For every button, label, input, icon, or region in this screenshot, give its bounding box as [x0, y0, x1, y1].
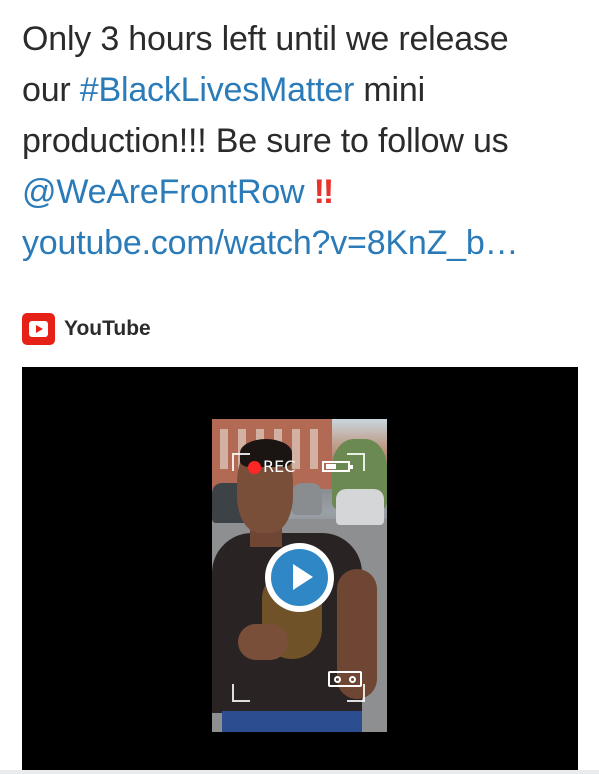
tweet-line-1: Only 3 hours left until we release — [22, 20, 509, 58]
tweet-line-4: @WeAreFrontRow ‼ — [22, 167, 590, 218]
record-dot-icon — [248, 461, 261, 474]
double-exclamation-emoji: ‼ — [313, 173, 336, 211]
tweet-line-2-prefix: our — [22, 71, 80, 109]
tweet-line-3: production!!! Be sure to follow us — [22, 122, 509, 160]
tweet-text: Only 3 hours left until we release our #… — [22, 14, 590, 269]
battery-icon — [322, 461, 353, 472]
video-url-link[interactable]: youtube.com/watch?v=8KnZ_b… — [22, 218, 590, 269]
mention-link[interactable]: @WeAreFrontRow — [22, 173, 305, 211]
tweet-line-2-suffix: mini — [354, 71, 425, 109]
card-source[interactable]: YouTube — [22, 312, 151, 346]
cassette-icon — [328, 671, 362, 687]
source-label: YouTube — [64, 317, 151, 340]
youtube-logo-icon — [22, 313, 55, 345]
rec-label: REC — [263, 457, 296, 476]
video-player[interactable]: REC — [22, 367, 578, 774]
tweet-line-2: our #BlackLivesMatter mini — [22, 65, 590, 116]
divider — [0, 770, 599, 774]
play-icon — [293, 564, 313, 590]
hashtag-link[interactable]: #BlackLivesMatter — [80, 71, 355, 109]
play-button[interactable] — [265, 543, 334, 612]
